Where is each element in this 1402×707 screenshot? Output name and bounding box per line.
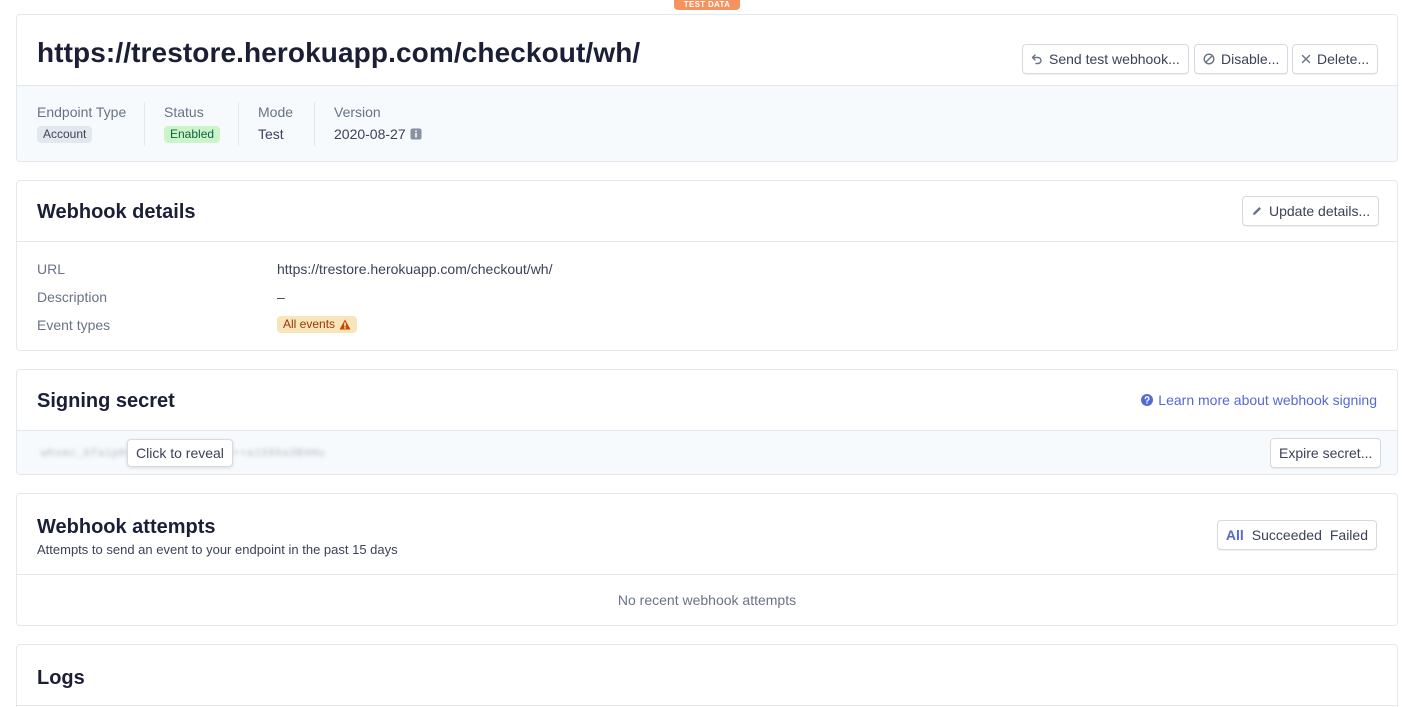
close-icon	[1301, 54, 1311, 64]
send-icon	[1031, 54, 1042, 65]
endpoint-type-field: Endpoint Type Account	[37, 104, 126, 143]
info-icon[interactable]	[410, 128, 422, 140]
event-types-label: Event types	[37, 317, 111, 333]
empty-state: No recent webhook attempts	[617, 592, 797, 608]
send-test-webhook-button[interactable]: Send test webhook...	[1022, 44, 1189, 74]
update-details-button[interactable]: Update details...	[1242, 196, 1380, 226]
webhook-details-title: Webhook details	[37, 201, 196, 223]
delete-label: Delete...	[1317, 51, 1370, 67]
mode-value: Test	[258, 126, 284, 142]
logs-card: Logs	[16, 644, 1398, 707]
learn-more-label: Learn more about webhook signing	[1158, 392, 1377, 408]
disable-icon	[1203, 53, 1215, 65]
url-value: https://trestore.herokuapp.com/checkout/…	[277, 261, 553, 277]
update-details-label: Update details...	[1269, 203, 1371, 219]
delete-button[interactable]: Delete...	[1292, 44, 1379, 74]
endpoint-type-label: Endpoint Type	[37, 104, 127, 120]
status-badge: Enabled	[164, 126, 221, 143]
version-field: Version 2020-08-27	[334, 104, 422, 142]
endpoint-meta-bar: Endpoint Type Account Status Enabled Mod…	[17, 85, 1397, 161]
description-label: Description	[37, 289, 108, 305]
status-label: Status	[164, 104, 204, 120]
signing-secret-card: Signing secret Learn more about webhook …	[16, 369, 1398, 475]
filter-succeeded[interactable]: Succeeded	[1252, 527, 1322, 543]
webhook-attempts-card: Webhook attempts Attempts to send an eve…	[16, 493, 1398, 626]
webhook-attempts-title: Webhook attempts	[37, 516, 216, 538]
disable-button[interactable]: Disable...	[1194, 44, 1289, 74]
event-types-badge: All events	[277, 316, 358, 333]
expire-secret-label: Expire secret...	[1279, 445, 1373, 461]
endpoint-type-badge: Account	[37, 126, 93, 143]
filter-failed[interactable]: Failed	[1330, 527, 1368, 543]
warning-icon	[339, 319, 351, 330]
webhook-details-card: Webhook details Update details... URL ht…	[16, 180, 1398, 351]
attempts-filter: All Succeeded Failed	[1216, 520, 1377, 550]
version-label: Version	[334, 104, 381, 120]
mode-field: Mode Test	[258, 104, 293, 142]
click-to-reveal-button[interactable]: Click to reveal	[127, 439, 233, 467]
url-label: URL	[37, 261, 66, 277]
mode-label: Mode	[258, 104, 294, 120]
test-data-banner: TEST DATA	[674, 0, 740, 10]
description-value: –	[277, 289, 285, 305]
signing-secret-title: Signing secret	[37, 390, 175, 412]
filter-all[interactable]: All	[1226, 527, 1244, 543]
help-icon	[1141, 394, 1154, 406]
pencil-icon	[1253, 207, 1261, 215]
status-field: Status Enabled	[164, 104, 221, 143]
webhook-attempts-subtitle: Attempts to send an event to your endpoi…	[37, 542, 398, 557]
learn-more-link[interactable]: Learn more about webhook signing	[1141, 392, 1377, 408]
event-types-value: All events	[283, 317, 336, 331]
version-value: 2020-08-27	[334, 126, 406, 142]
page-title: https://trestore.herokuapp.com/checkout/…	[37, 37, 641, 68]
logs-title: Logs	[37, 667, 85, 689]
endpoint-header-card: https://trestore.herokuapp.com/checkout/…	[16, 14, 1398, 162]
secret-bar: whsec_6fa1pH•••••••••••••••••a1S9Xa3B4Hu…	[17, 430, 1397, 474]
disable-label: Disable...	[1221, 51, 1280, 67]
expire-secret-button[interactable]: Expire secret...	[1270, 438, 1382, 468]
send-test-webhook-label: Send test webhook...	[1049, 51, 1180, 67]
